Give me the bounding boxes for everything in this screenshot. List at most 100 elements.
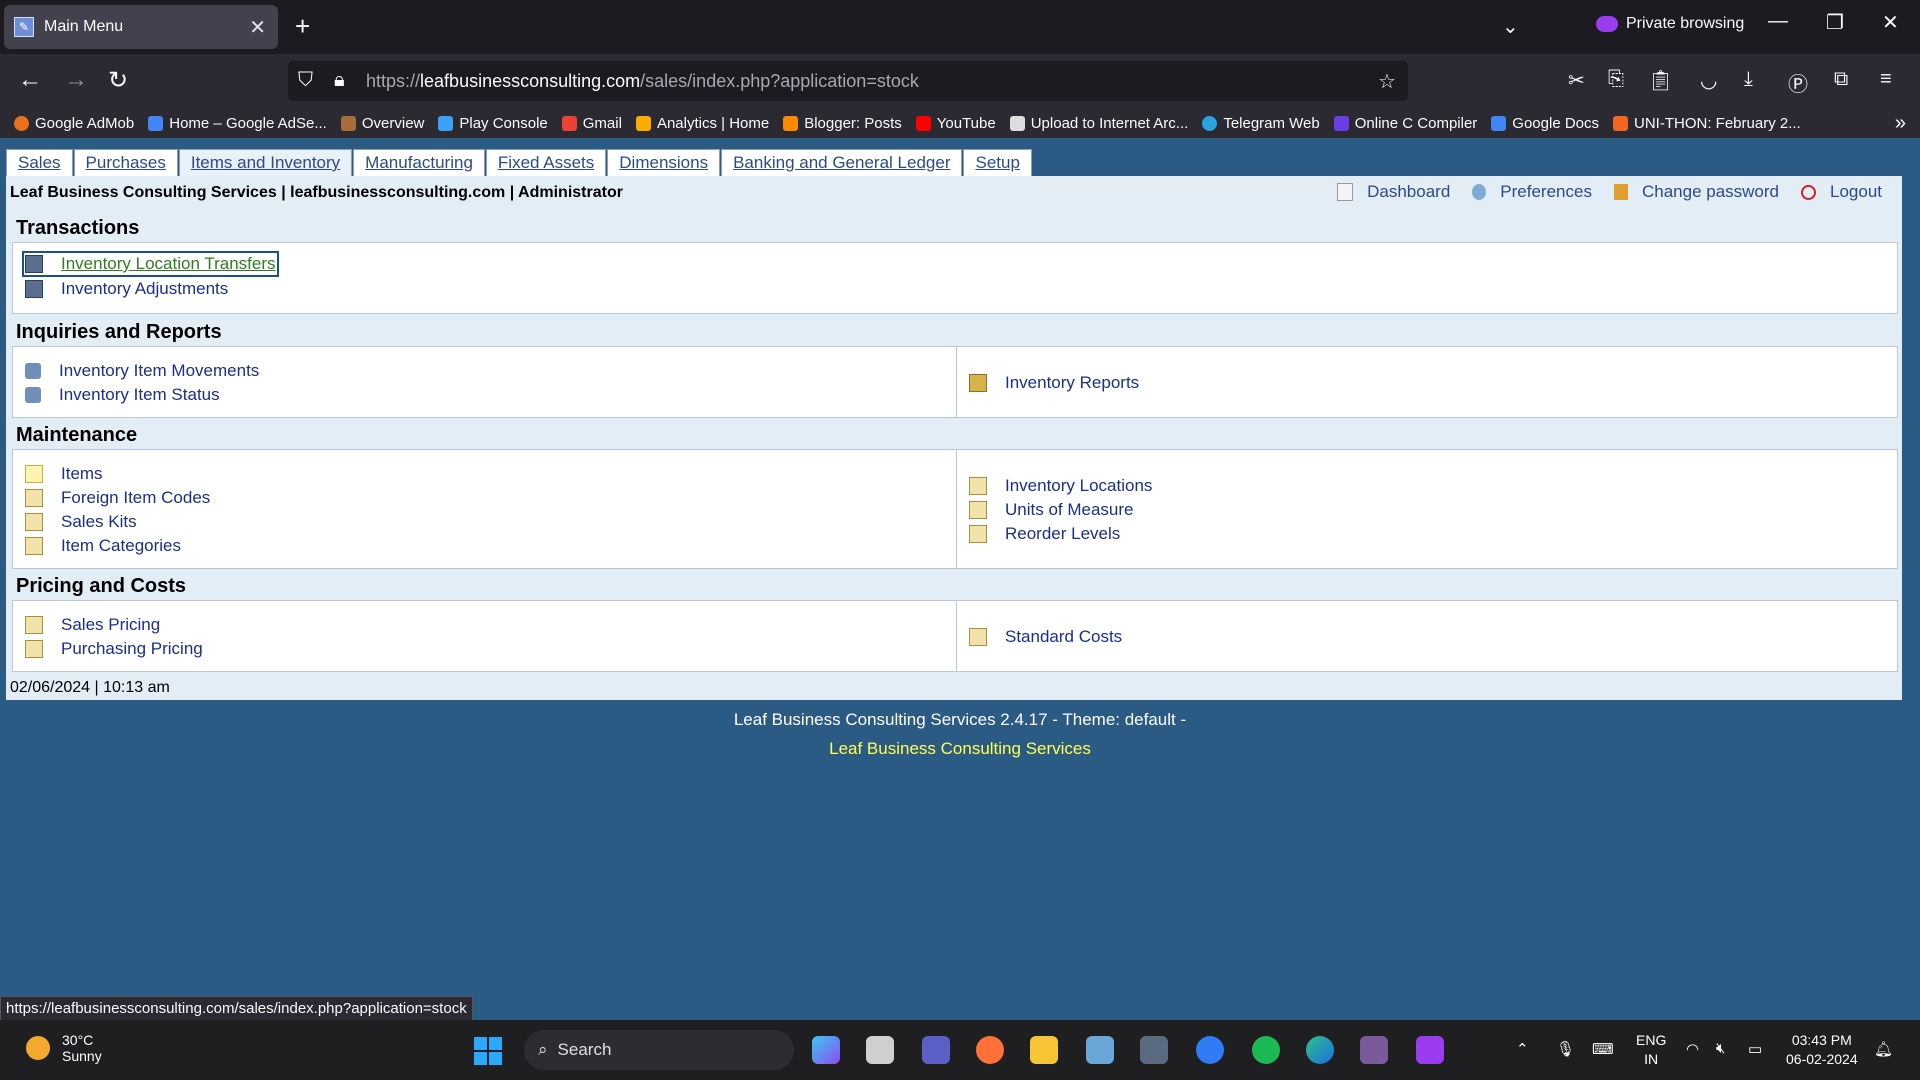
tab-items-and-inventory[interactable]: Items and Inventory: [178, 149, 353, 177]
close-tab-icon[interactable]: ✕: [249, 15, 266, 40]
clipboard-icon[interactable]: 📋︎: [1648, 68, 1673, 93]
bookmark-item[interactable]: YouTube: [915, 115, 996, 132]
reorder-levels-link[interactable]: Reorder Levels: [969, 524, 1120, 544]
pocket-icon[interactable]: ◡: [1700, 68, 1717, 93]
copy-icon[interactable]: ⎘: [1608, 68, 1624, 91]
units-of-measure-link[interactable]: Units of Measure: [969, 500, 1134, 520]
new-tab-icon[interactable]: +: [295, 11, 310, 42]
bookmark-item[interactable]: Google AdMob: [14, 115, 134, 132]
bookmarks-bar: Google AdMob Home – Google AdSe... Overv…: [0, 108, 1920, 138]
change-password-link[interactable]: Change password: [1613, 182, 1779, 202]
weather-widget[interactable]: 30°C Sunny: [26, 1032, 102, 1064]
report-icon: [969, 374, 987, 392]
tab-banking-general-ledger[interactable]: Banking and General Ledger: [721, 149, 963, 177]
firefox-private-icon[interactable]: [1416, 1036, 1444, 1064]
bookmark-star-icon[interactable]: ☆: [1378, 69, 1396, 94]
tab-dimensions[interactable]: Dimensions: [607, 149, 721, 177]
downloads-icon[interactable]: ⤓: [1744, 68, 1753, 91]
reload-icon[interactable]: ↻: [108, 66, 128, 95]
dashboard-link[interactable]: Dashboard: [1337, 182, 1450, 202]
browser-tab[interactable]: ✎ Main Menu ✕: [4, 5, 278, 49]
tab-fixed-assets[interactable]: Fixed Assets: [485, 149, 607, 177]
spotify-icon[interactable]: [1252, 1036, 1280, 1064]
file-explorer-icon[interactable]: [1030, 1036, 1058, 1064]
minimize-icon[interactable]: —: [1768, 10, 1788, 33]
clock[interactable]: 03:43 PM 06-02-2024: [1786, 1031, 1858, 1069]
copilot-icon[interactable]: [812, 1036, 840, 1064]
back-icon[interactable]: ←: [18, 66, 42, 94]
edit-icon: [25, 537, 43, 555]
windows-start-icon[interactable]: [474, 1037, 502, 1065]
microphone-icon[interactable]: 🎙︎: [1556, 1040, 1575, 1058]
bookmark-item[interactable]: Google Docs: [1491, 115, 1599, 132]
speaker-muted-icon[interactable]: 🔇︎: [1716, 1040, 1725, 1057]
notifications-icon[interactable]: 🔔︎: [1874, 1040, 1893, 1058]
footer-link[interactable]: Leaf Business Consulting Services: [0, 739, 1920, 759]
bookmark-item[interactable]: Analytics | Home: [635, 114, 770, 132]
task-view-icon[interactable]: [866, 1036, 894, 1064]
profile-icon[interactable]: Ⓟ: [1788, 68, 1808, 97]
photos-icon[interactable]: [1086, 1036, 1114, 1064]
bookmark-item[interactable]: UNI-THON: February 2...: [1613, 115, 1801, 132]
bookmark-item[interactable]: Gmail: [561, 114, 622, 132]
bookmark-item[interactable]: Online C Compiler: [1333, 114, 1478, 132]
link-label: Standard Costs: [1005, 627, 1123, 646]
keyboard-icon[interactable]: ⌨: [1592, 1040, 1614, 1058]
extensions-icon[interactable]: ⧉: [1834, 68, 1848, 91]
tab-purchases[interactable]: Purchases: [73, 149, 178, 177]
bookmark-item[interactable]: Overview: [340, 115, 424, 132]
inventory-reports-link[interactable]: Inventory Reports: [969, 373, 1139, 393]
language-indicator[interactable]: ENG IN: [1636, 1031, 1666, 1069]
teams-icon[interactable]: [922, 1036, 950, 1064]
url-bar[interactable]: ⛉ 🔒︎ https://leafbusinessconsulting.com/…: [288, 61, 1408, 101]
purchasing-pricing-link[interactable]: Purchasing Pricing: [25, 639, 203, 659]
url-text[interactable]: https://leafbusinessconsulting.com/sales…: [366, 71, 919, 92]
inventory-item-status-link[interactable]: Inventory Item Status: [25, 385, 220, 405]
footer-version: Leaf Business Consulting Services 2.4.17…: [733, 710, 1187, 729]
standard-costs-link[interactable]: Standard Costs: [969, 627, 1122, 647]
preferences-link[interactable]: Preferences: [1472, 182, 1592, 202]
close-window-icon[interactable]: ✕: [1882, 10, 1899, 35]
bookmark-item[interactable]: Upload to Internet Arc...: [1009, 115, 1188, 132]
tab-manufacturing[interactable]: Manufacturing: [353, 149, 485, 177]
show-hidden-icons-icon[interactable]: ⌃: [1516, 1040, 1529, 1058]
terminal-icon[interactable]: [1360, 1036, 1388, 1064]
menu-icon[interactable]: ≡: [1880, 68, 1892, 91]
tab-list-chevron-icon[interactable]: ⌄: [1502, 14, 1519, 39]
bookmark-label: Online C Compiler: [1354, 114, 1478, 132]
inventory-adjustments-link[interactable]: Inventory Adjustments: [25, 279, 228, 299]
private-browsing-indicator: Private browsing: [1596, 15, 1744, 33]
battery-icon[interactable]: ▭: [1748, 1040, 1762, 1058]
items-link[interactable]: Items: [25, 464, 103, 484]
bookmark-label: Analytics | Home: [656, 114, 770, 132]
edge-icon[interactable]: [1306, 1036, 1334, 1064]
forward-icon[interactable]: →: [64, 66, 88, 94]
cut-icon[interactable]: ✂: [1568, 68, 1585, 93]
inventory-location-transfers-link[interactable]: Inventory Location Transfers: [22, 251, 279, 277]
bookmark-item[interactable]: Blogger: Posts: [783, 115, 902, 132]
logout-link[interactable]: Logout: [1801, 182, 1882, 202]
taskbar-search[interactable]: ⌕ Search: [524, 1030, 794, 1070]
bookmark-item[interactable]: Telegram Web: [1202, 115, 1320, 132]
inventory-locations-link[interactable]: Inventory Locations: [969, 476, 1152, 496]
bookmark-label: Gmail: [582, 114, 622, 132]
sales-kits-link[interactable]: Sales Kits: [25, 512, 137, 532]
private-mask-icon: [1596, 16, 1618, 32]
shield-icon[interactable]: ⛉: [298, 69, 313, 92]
firefox-icon[interactable]: [976, 1036, 1004, 1064]
lock-icon[interactable]: 🔒︎: [334, 69, 345, 92]
app-store-icon[interactable]: [1196, 1036, 1224, 1064]
inventory-item-movements-link[interactable]: Inventory Item Movements: [25, 361, 259, 381]
item-categories-link[interactable]: Item Categories: [25, 536, 181, 556]
restore-icon[interactable]: ❐: [1826, 10, 1844, 35]
bookmark-item[interactable]: Home – Google AdSe...: [148, 115, 327, 132]
sales-pricing-link[interactable]: Sales Pricing: [25, 615, 160, 635]
camera-icon[interactable]: [1140, 1036, 1168, 1064]
tab-setup[interactable]: Setup: [963, 149, 1032, 177]
more-bookmarks-icon[interactable]: »: [1895, 112, 1906, 135]
foreign-item-codes-link[interactable]: Foreign Item Codes: [25, 488, 210, 508]
wifi-icon[interactable]: ◠: [1686, 1040, 1699, 1058]
tab-sales[interactable]: Sales: [6, 149, 73, 177]
bookmark-item[interactable]: Play Console: [438, 115, 548, 132]
link-label: Foreign Item Codes: [61, 488, 211, 507]
